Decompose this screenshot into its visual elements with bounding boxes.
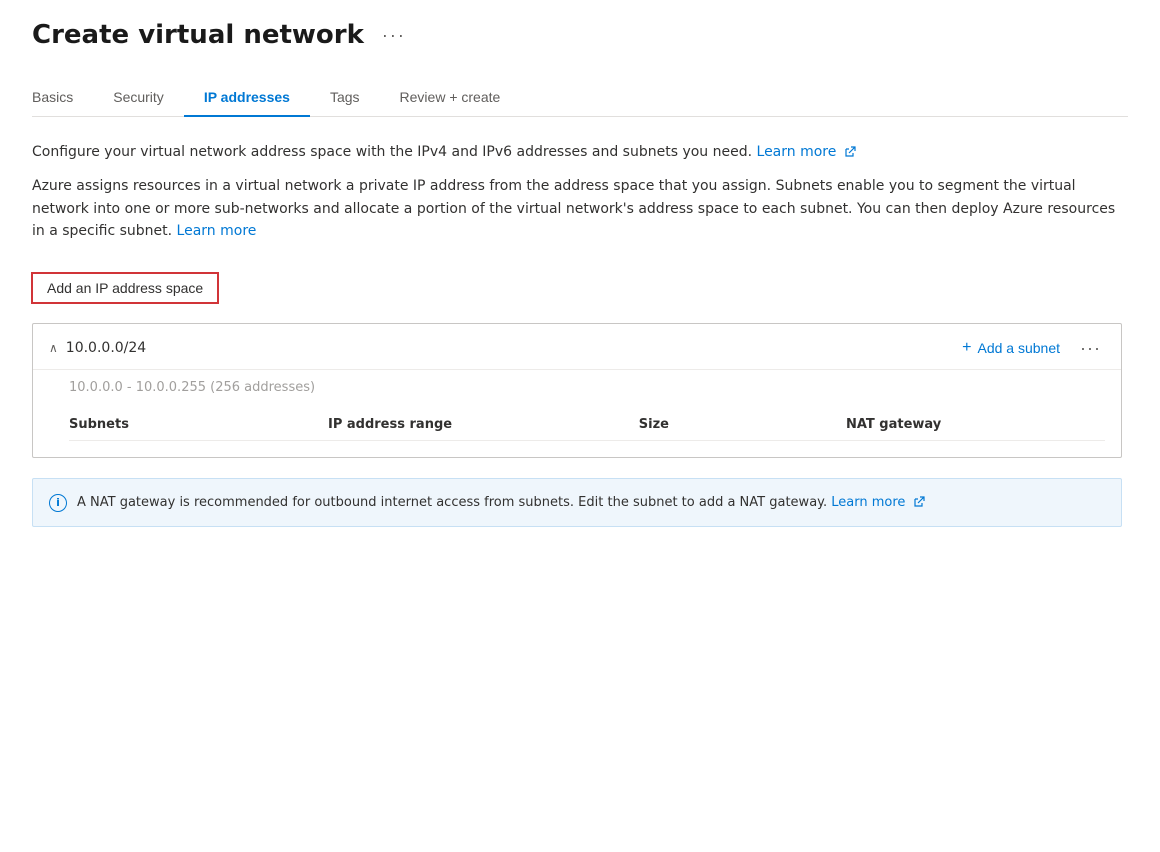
ip-space-header: ∧ 10.0.0.0/24 + Add a subnet ··· [33,324,1121,370]
ip-space-card: ∧ 10.0.0.0/24 + Add a subnet ··· 10.0.0.… [32,323,1122,458]
ip-range-text: 10.0.0.0 - 10.0.0.255 (256 addresses) [33,370,1121,409]
info-banner-text: A NAT gateway is recommended for outboun… [77,493,925,513]
page-ellipsis-button[interactable]: ··· [376,23,412,48]
subnet-table: Subnets IP address range Size NAT gatewa… [69,409,1105,441]
learn-more-link-2[interactable]: Learn more [177,223,257,239]
col-header-size: Size [639,409,846,441]
plus-icon: + [962,339,971,357]
tab-basics[interactable]: Basics [32,79,93,117]
tab-ip-addresses[interactable]: IP addresses [184,79,310,117]
tab-security[interactable]: Security [93,79,184,117]
info-icon: i [49,494,67,512]
col-header-nat-gateway: NAT gateway [846,409,1105,441]
ip-space-header-left: ∧ 10.0.0.0/24 [49,340,146,356]
add-subnet-button[interactable]: + Add a subnet [962,339,1060,357]
tab-review-create[interactable]: Review + create [380,79,521,117]
ip-space-more-button[interactable]: ··· [1076,338,1105,359]
add-ip-address-space-button[interactable]: Add an IP address space [32,273,218,303]
subnet-table-header-row: Subnets IP address range Size NAT gatewa… [69,409,1105,441]
tab-tags[interactable]: Tags [310,79,380,117]
external-link-icon-info [913,496,925,508]
info-banner-learn-more-link[interactable]: Learn more [831,495,924,510]
ip-space-header-right: + Add a subnet ··· [962,338,1105,359]
col-header-subnets: Subnets [69,409,328,441]
add-subnet-label: Add a subnet [978,340,1061,356]
page-title: Create virtual network [32,20,364,50]
description-text-1: Configure your virtual network address s… [32,144,752,160]
description-line1: Configure your virtual network address s… [32,141,1128,163]
learn-more-link-1[interactable]: Learn more [757,144,856,160]
info-banner: i A NAT gateway is recommended for outbo… [32,478,1122,528]
external-link-icon-1 [844,146,856,158]
chevron-up-icon[interactable]: ∧ [49,341,58,355]
tab-nav: Basics Security IP addresses Tags Review… [32,78,1128,117]
col-header-ip-range: IP address range [328,409,639,441]
page-title-row: Create virtual network ··· [32,20,1128,50]
subnet-table-wrapper: Subnets IP address range Size NAT gatewa… [33,409,1121,457]
ip-cidr-label: 10.0.0.0/24 [66,340,146,356]
description-line2: Azure assigns resources in a virtual net… [32,175,1128,242]
